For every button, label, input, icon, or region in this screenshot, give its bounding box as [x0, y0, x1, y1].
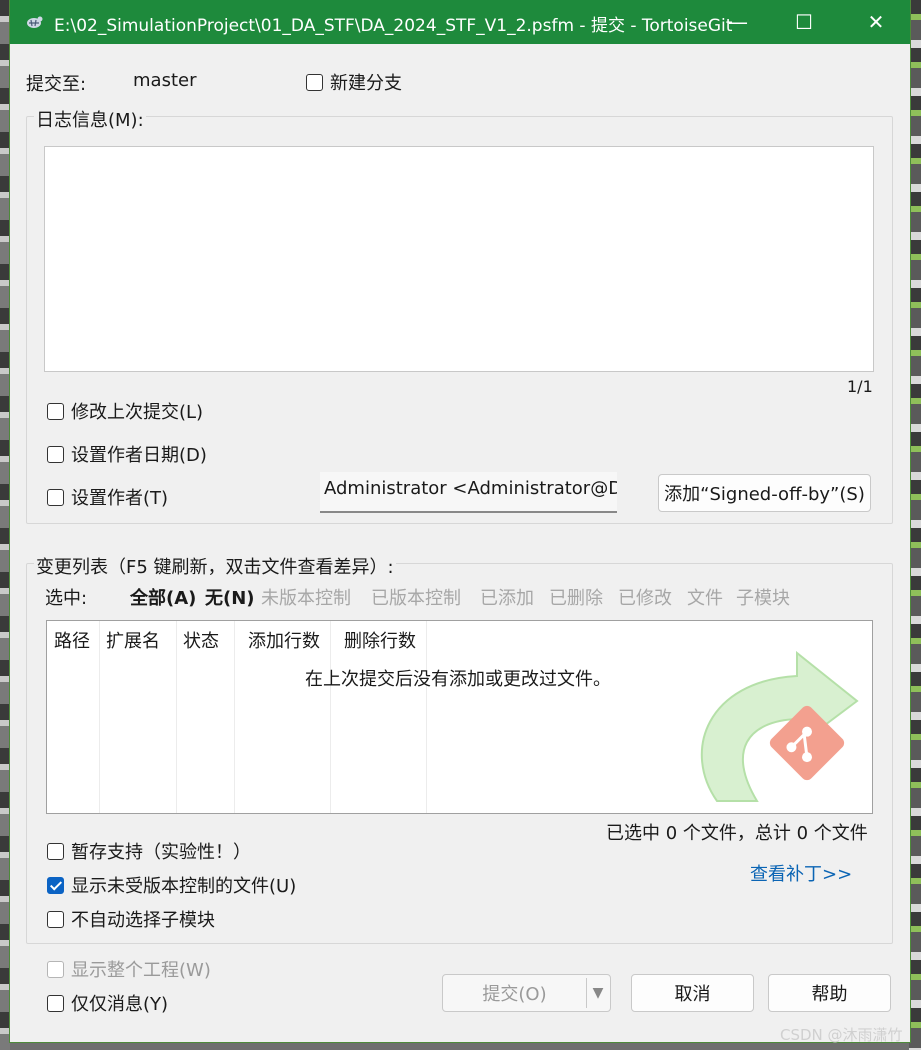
column-divider [426, 621, 427, 813]
set-author-date-checkbox[interactable]: 设置作者日期(D) [47, 441, 207, 467]
message-only-label: 仅仅消息(Y) [71, 994, 169, 1015]
author-input[interactable]: Administrator <Administrator@DESKTOP [320, 472, 617, 513]
set-author-checkbox[interactable]: 设置作者(T) [47, 484, 168, 510]
filter-modified[interactable]: 已修改 [618, 584, 672, 610]
column-lines-deleted[interactable]: 删除行数 [344, 627, 416, 653]
amend-label: 修改上次提交(L) [71, 402, 204, 423]
set-author-label: 设置作者(T) [71, 488, 169, 509]
view-patch-link[interactable]: 查看补丁>> [750, 860, 852, 886]
filter-files[interactable]: 文件 [687, 584, 723, 610]
empty-list-message: 在上次提交后没有添加或更改过文件。 [305, 669, 611, 690]
changes-title: 变更列表（F5 键刷新，双击文件查看差异）: [34, 553, 396, 579]
help-button[interactable]: 帮助 [768, 974, 891, 1012]
desktop-background-right [909, 0, 921, 1050]
desktop-background-left [0, 0, 10, 1050]
selection-summary: 已选中 0 个文件，总计 0 个文件 [606, 823, 868, 844]
window-title: E:\02_SimulationProject\01_DA_STF\DA_202… [54, 16, 733, 36]
add-signed-off-button[interactable]: 添加“Signed-off-by”(S) [658, 474, 871, 512]
branch-name: master [133, 70, 197, 91]
column-status[interactable]: 状态 [183, 627, 219, 653]
set-author-checkbox-box[interactable] [47, 488, 64, 506]
cancel-button[interactable]: 取消 [631, 974, 754, 1012]
filter-submodules[interactable]: 子模块 [736, 584, 790, 610]
column-lines-added[interactable]: 添加行数 [248, 627, 320, 653]
new-branch-checkbox[interactable]: 新建分支 [306, 69, 402, 95]
show-whole-project-checkbox[interactable]: 显示整个工程(W) [47, 956, 211, 982]
show-unversioned-label: 显示未受版本控制的文件(U) [71, 876, 297, 897]
set-author-date-checkbox-box[interactable] [47, 445, 64, 463]
new-branch-checkbox-box[interactable] [306, 73, 323, 91]
minimize-button[interactable]: — [706, 0, 770, 44]
commit-arrow-watermark-icon [700, 651, 859, 802]
column-extension[interactable]: 扩展名 [106, 627, 160, 653]
title-bar[interactable]: E:\02_SimulationProject\01_DA_STF\DA_202… [10, 0, 910, 44]
commit-to-label: 提交至: [26, 74, 87, 95]
column-divider [234, 621, 235, 813]
filter-unversioned[interactable]: 未版本控制 [261, 584, 351, 610]
message-only-checkbox[interactable]: 仅仅消息(Y) [47, 990, 168, 1016]
log-message-title: 日志信息(M): [34, 106, 146, 132]
tortoisegit-icon [27, 16, 43, 28]
filter-added[interactable]: 已添加 [480, 584, 534, 610]
show-whole-project-label: 显示整个工程(W) [71, 960, 211, 981]
amend-checkbox-box[interactable] [47, 402, 64, 420]
maximize-button[interactable]: ☐ [772, 0, 836, 44]
filter-versioned[interactable]: 已版本控制 [371, 584, 461, 610]
csdn-watermark: CSDN @沐雨潇竹 [780, 1026, 903, 1044]
column-divider [176, 621, 177, 813]
commit-dropdown-icon[interactable]: ▼ [586, 974, 610, 1012]
column-divider [99, 621, 100, 813]
select-label: 选中: [45, 588, 88, 609]
no-auto-submodule-checkbox-box[interactable] [47, 910, 64, 928]
message-only-checkbox-box[interactable] [47, 994, 64, 1012]
filter-deleted[interactable]: 已删除 [549, 584, 603, 610]
stash-support-checkbox-box[interactable] [47, 842, 64, 860]
close-button[interactable]: ✕ [844, 0, 908, 44]
show-unversioned-checkbox[interactable]: 显示未受版本控制的文件(U) [47, 872, 296, 898]
filter-none[interactable]: 无(N) [205, 584, 255, 610]
set-author-date-label: 设置作者日期(D) [71, 445, 207, 466]
show-unversioned-checkbox-box[interactable] [47, 876, 64, 894]
no-auto-submodule-checkbox[interactable]: 不自动选择子模块 [47, 906, 215, 932]
stash-support-label: 暂存支持（实验性！） [71, 842, 251, 863]
line-counter: 1/1 [847, 377, 873, 396]
filter-all[interactable]: 全部(A) [130, 584, 196, 610]
no-auto-submodule-label: 不自动选择子模块 [71, 910, 215, 931]
commit-dialog: E:\02_SimulationProject\01_DA_STF\DA_202… [10, 0, 910, 1042]
stash-support-checkbox[interactable]: 暂存支持（实验性！） [47, 838, 251, 864]
column-path[interactable]: 路径 [54, 627, 90, 653]
new-branch-label: 新建分支 [330, 73, 402, 94]
column-divider [330, 621, 331, 813]
changes-list[interactable]: 路径 扩展名 状态 添加行数 删除行数 在上次提交后没有添加或更改过文件。 [46, 620, 873, 814]
amend-checkbox[interactable]: 修改上次提交(L) [47, 398, 203, 424]
log-message-input[interactable] [44, 146, 874, 372]
show-whole-project-checkbox-box[interactable] [47, 960, 64, 978]
